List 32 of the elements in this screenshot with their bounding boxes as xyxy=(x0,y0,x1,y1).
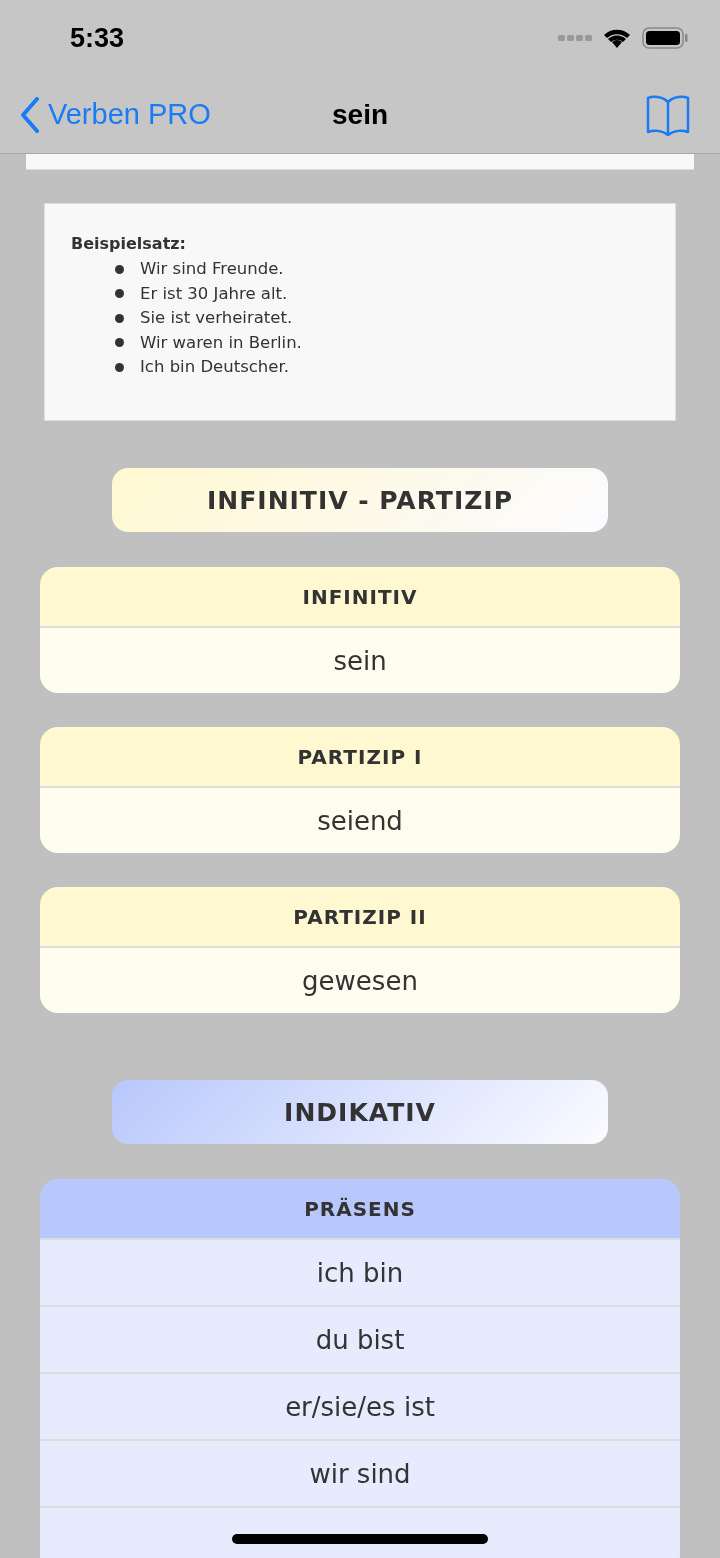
example-sentence: Ich bin Deutscher. xyxy=(140,356,289,378)
wifi-icon xyxy=(602,27,632,49)
battery-icon xyxy=(642,27,688,49)
section-title: INDIKATIV xyxy=(112,1080,608,1144)
table-cell: er/sie/es ist xyxy=(40,1372,680,1439)
status-time: 5:33 xyxy=(70,22,125,54)
chevron-left-icon xyxy=(20,96,40,133)
table-header: PRÄSENS xyxy=(40,1179,680,1240)
example-heading: Beispielsatz: xyxy=(71,234,187,253)
table-cell: seiend xyxy=(40,788,680,853)
signal-icon xyxy=(558,34,592,42)
table-cell: wir sind xyxy=(40,1439,680,1506)
table-header: INFINITIV xyxy=(40,567,680,628)
example-sentence: Wir waren in Berlin. xyxy=(140,331,302,354)
example-sentence: Er ist 30 Jahre alt. xyxy=(140,282,288,305)
back-button[interactable]: Verben PRO xyxy=(20,96,211,133)
bullet-icon xyxy=(115,338,124,348)
table-header: PARTIZIP II xyxy=(40,887,680,948)
bullet-icon xyxy=(115,264,124,274)
example-sentence: Wir sind Freunde. xyxy=(140,258,284,280)
section-title: INFINITIV - PARTIZIP xyxy=(112,468,608,532)
table-cell: ich bin xyxy=(40,1240,680,1305)
table-cell: du bist xyxy=(40,1305,680,1372)
table-header: PARTIZIP I xyxy=(40,727,680,788)
table-cell: sein xyxy=(40,628,680,693)
page-title: sein xyxy=(332,98,388,131)
bullet-icon xyxy=(115,289,124,299)
bullet-icon xyxy=(115,313,124,323)
table-cell: gewesen xyxy=(40,948,680,1013)
bullet-icon xyxy=(115,362,124,372)
example-sentence: Sie ist verheiratet. xyxy=(140,307,293,329)
book-icon[interactable] xyxy=(646,93,690,136)
